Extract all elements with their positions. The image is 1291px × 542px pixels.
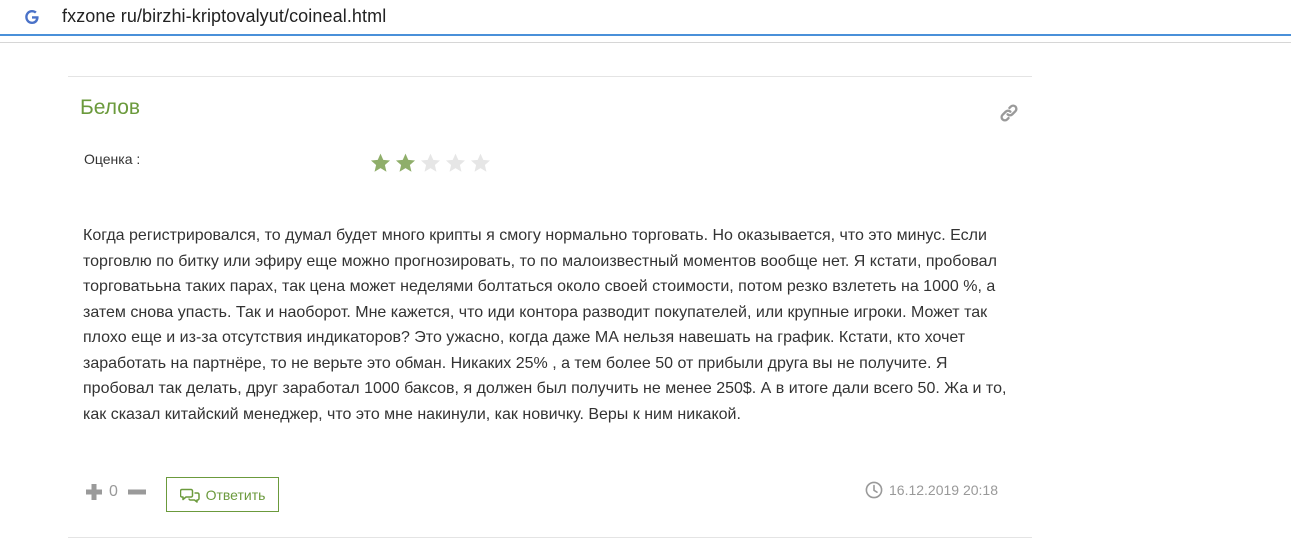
url-text[interactable]: fxzone ru/birzhi-kriptovalyut/coineal.ht… [62,6,386,27]
reply-label: Ответить [205,486,266,503]
star-icon [395,153,416,172]
timestamp-text: 16.12.2019 20:18 [889,482,998,498]
card-bottom-divider [68,537,1032,538]
clock-icon [865,481,883,499]
star-icon [370,153,391,172]
google-g-icon [25,10,39,24]
rating-stars [369,152,492,174]
comment-author: Белов [80,96,141,119]
comment-text: Когда регистрировался, то думал будет мн… [83,227,1007,423]
link-icon[interactable] [998,102,1020,124]
address-bar[interactable]: fxzone ru/birzhi-kriptovalyut/coineal.ht… [0,0,1291,36]
card-top-divider [68,76,1032,77]
rating-label: Оценка : [84,151,141,167]
divider [0,42,1291,43]
vote-count: 0 [109,483,118,500]
chat-bubbles-icon [179,488,200,503]
comment-card: Белов Оценка : Когда регистрировался, то… [68,76,1032,538]
reply-button[interactable]: Ответить [166,477,279,512]
plus-icon[interactable] [86,484,102,500]
comment-timestamp: 16.12.2019 20:18 [865,481,998,499]
star-icon [420,153,441,172]
star-icon [470,153,491,172]
minus-icon[interactable] [128,484,146,500]
star-icon [445,153,466,172]
